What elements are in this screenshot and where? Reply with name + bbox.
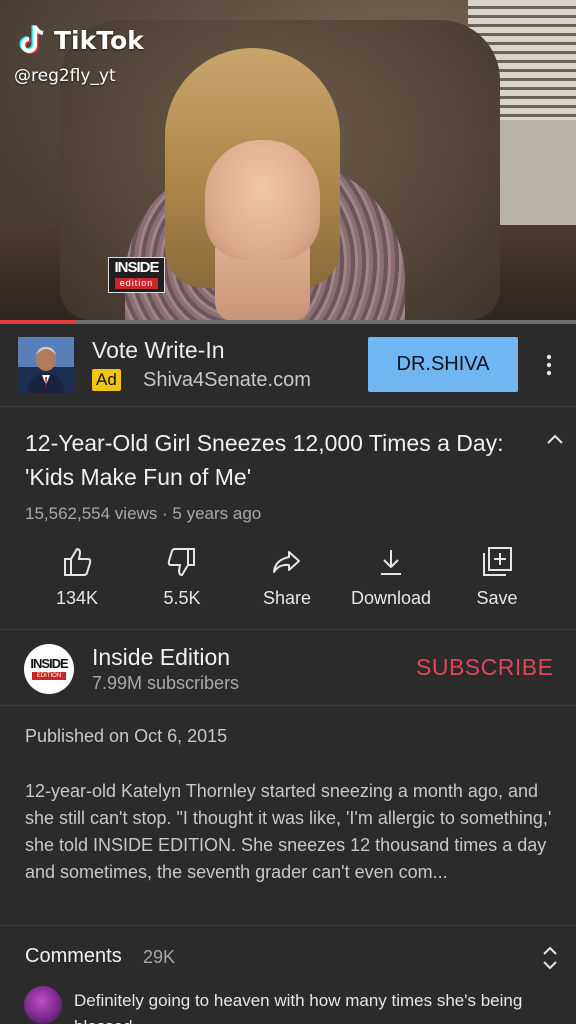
comments-label[interactable]: Comments xyxy=(25,945,122,968)
divider xyxy=(0,925,576,926)
share-icon xyxy=(273,551,300,573)
like-count: 134K xyxy=(55,588,99,608)
comments-count: 29K xyxy=(143,947,176,967)
watermark-top-text: INSIDE xyxy=(114,259,159,276)
tiktok-logo-icon xyxy=(19,25,44,54)
dislike-button[interactable]: 5.5K xyxy=(127,544,237,609)
ad-banner[interactable]: Vote Write-In Ad Shiva4Senate.com DR.SHI… xyxy=(0,325,576,407)
watermark-bottom-text: edition xyxy=(115,278,158,289)
subscribe-button[interactable]: SUBSCRIBE xyxy=(416,654,553,681)
inside-edition-watermark: INSIDE edition xyxy=(108,257,165,293)
tiktok-username: @reg2fly_yt xyxy=(14,66,116,86)
like-button[interactable]: 134K xyxy=(22,544,132,609)
divider xyxy=(0,705,576,706)
video-progress-bar[interactable] xyxy=(0,320,576,324)
commenter-avatar[interactable] xyxy=(24,986,62,1024)
tiktok-watermark: TikTok xyxy=(18,24,144,56)
video-progress-fill xyxy=(0,320,75,324)
ad-cta-button[interactable]: DR.SHIVA xyxy=(368,337,518,392)
download-icon xyxy=(381,550,401,575)
save-to-playlist-icon xyxy=(483,547,512,576)
expand-collapse-icon[interactable] xyxy=(538,944,562,972)
download-label: Download xyxy=(350,588,432,608)
channel-name[interactable]: Inside Edition xyxy=(92,644,230,671)
divider xyxy=(0,629,576,630)
channel-logo-top-text: INSIDE xyxy=(30,656,68,671)
channel-avatar[interactable]: INSIDE EDITION xyxy=(24,644,74,694)
video-description[interactable]: 12-year-old Katelyn Thornley started sne… xyxy=(25,778,555,886)
share-label: Share xyxy=(262,588,312,608)
thumbs-up-icon xyxy=(64,547,92,576)
ad-url[interactable]: Shiva4Senate.com xyxy=(143,369,311,392)
channel-subscribers: 7.99M subscribers xyxy=(92,673,240,693)
dislike-count: 5.5K xyxy=(163,588,201,608)
ad-thumbnail[interactable] xyxy=(18,337,74,393)
save-button[interactable]: Save xyxy=(442,544,552,609)
ad-title: Vote Write-In xyxy=(92,337,225,363)
video-player[interactable]: INSIDE edition TikTok @reg2fly_yt xyxy=(0,0,576,322)
share-button[interactable]: Share xyxy=(232,544,342,609)
save-label: Save xyxy=(476,588,518,608)
tiktok-app-name: TikTok xyxy=(54,25,144,55)
video-person-hands xyxy=(205,140,320,260)
channel-logo-bottom-text: EDITION xyxy=(32,672,66,680)
ad-badge: Ad xyxy=(92,369,121,391)
video-meta: 15,562,554 views · 5 years ago xyxy=(25,504,262,523)
action-bar: 134K 5.5K Share Download Save xyxy=(0,544,576,630)
published-date: Published on Oct 6, 2015 xyxy=(25,726,228,746)
top-comment-text[interactable]: Definitely going to heaven with how many… xyxy=(74,988,544,1024)
ad-person-icon xyxy=(18,337,74,393)
chevron-up-icon[interactable] xyxy=(544,430,566,448)
download-button[interactable]: Download xyxy=(336,544,446,609)
video-title[interactable]: 12-Year-Old Girl Sneezes 12,000 Times a … xyxy=(25,426,505,494)
more-options-icon[interactable] xyxy=(538,350,560,380)
thumbs-down-icon xyxy=(167,548,195,577)
